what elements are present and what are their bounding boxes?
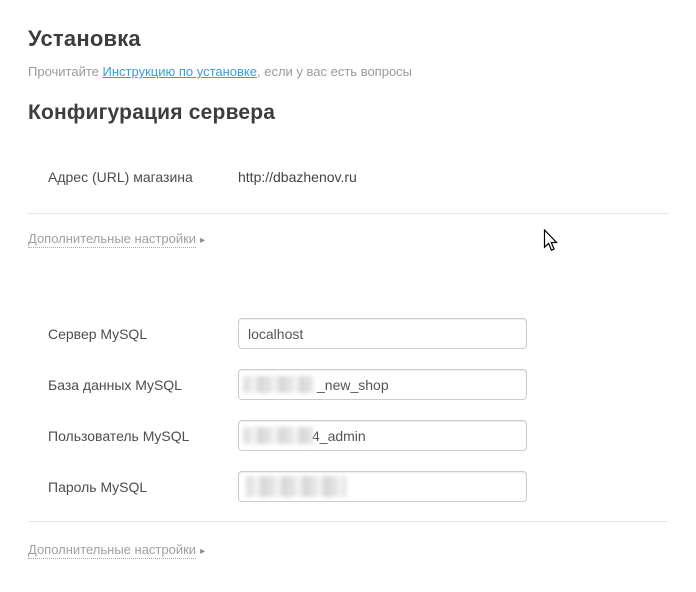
subtitle: Прочитайте Инструкцию по установке, если… (28, 64, 412, 79)
advanced-settings-label: Дополнительные настройки (28, 542, 196, 559)
redacted-value-blur (246, 476, 346, 497)
install-page: Установка Прочитайте Инструкцию по устан… (0, 0, 696, 592)
advanced-settings-label: Дополнительные настройки (28, 231, 196, 248)
advanced-settings-toggle-top[interactable]: Дополнительные настройки ▸ (28, 231, 205, 246)
mysql-password-label: Пароль MySQL (48, 479, 147, 495)
redacted-value-blur (243, 376, 313, 393)
mysql-user-input[interactable]: 4_admin (238, 420, 527, 451)
subtitle-prefix: Прочитайте (28, 64, 103, 79)
section-title: Конфигурация сервера (28, 101, 275, 125)
mysql-database-input[interactable]: _new_shop (238, 369, 527, 400)
chevron-right-icon: ▸ (200, 546, 205, 557)
mysql-password-input[interactable] (238, 471, 527, 502)
advanced-settings-toggle-bottom[interactable]: Дополнительные настройки ▸ (28, 542, 205, 557)
mysql-server-row: Сервер MySQL localhost (0, 318, 696, 349)
subtitle-suffix: , если у вас есть вопросы (257, 64, 412, 79)
chevron-right-icon: ▸ (200, 235, 205, 246)
install-instructions-link[interactable]: Инструкцию по установке (103, 64, 257, 79)
mysql-user-label: Пользователь MySQL (48, 428, 189, 444)
mysql-database-value: _new_shop (317, 377, 389, 393)
mysql-user-row: Пользователь MySQL 4_admin (0, 420, 696, 451)
mysql-server-value: localhost (248, 326, 303, 342)
mysql-database-row: База данных MySQL _new_shop (0, 369, 696, 400)
mysql-server-input[interactable]: localhost (238, 318, 527, 349)
mysql-password-row: Пароль MySQL (0, 471, 696, 502)
url-field-label: Адрес (URL) магазина (48, 169, 193, 185)
page-title: Установка (28, 26, 141, 52)
redacted-value-blur (243, 427, 313, 444)
mysql-server-label: Сервер MySQL (48, 326, 147, 342)
url-field-value: http://dbazhenov.ru (238, 169, 357, 185)
mysql-user-value: 4_admin (312, 428, 366, 444)
divider (28, 213, 668, 214)
mouse-cursor (543, 229, 558, 252)
divider (28, 521, 668, 522)
mysql-database-label: База данных MySQL (48, 377, 182, 393)
